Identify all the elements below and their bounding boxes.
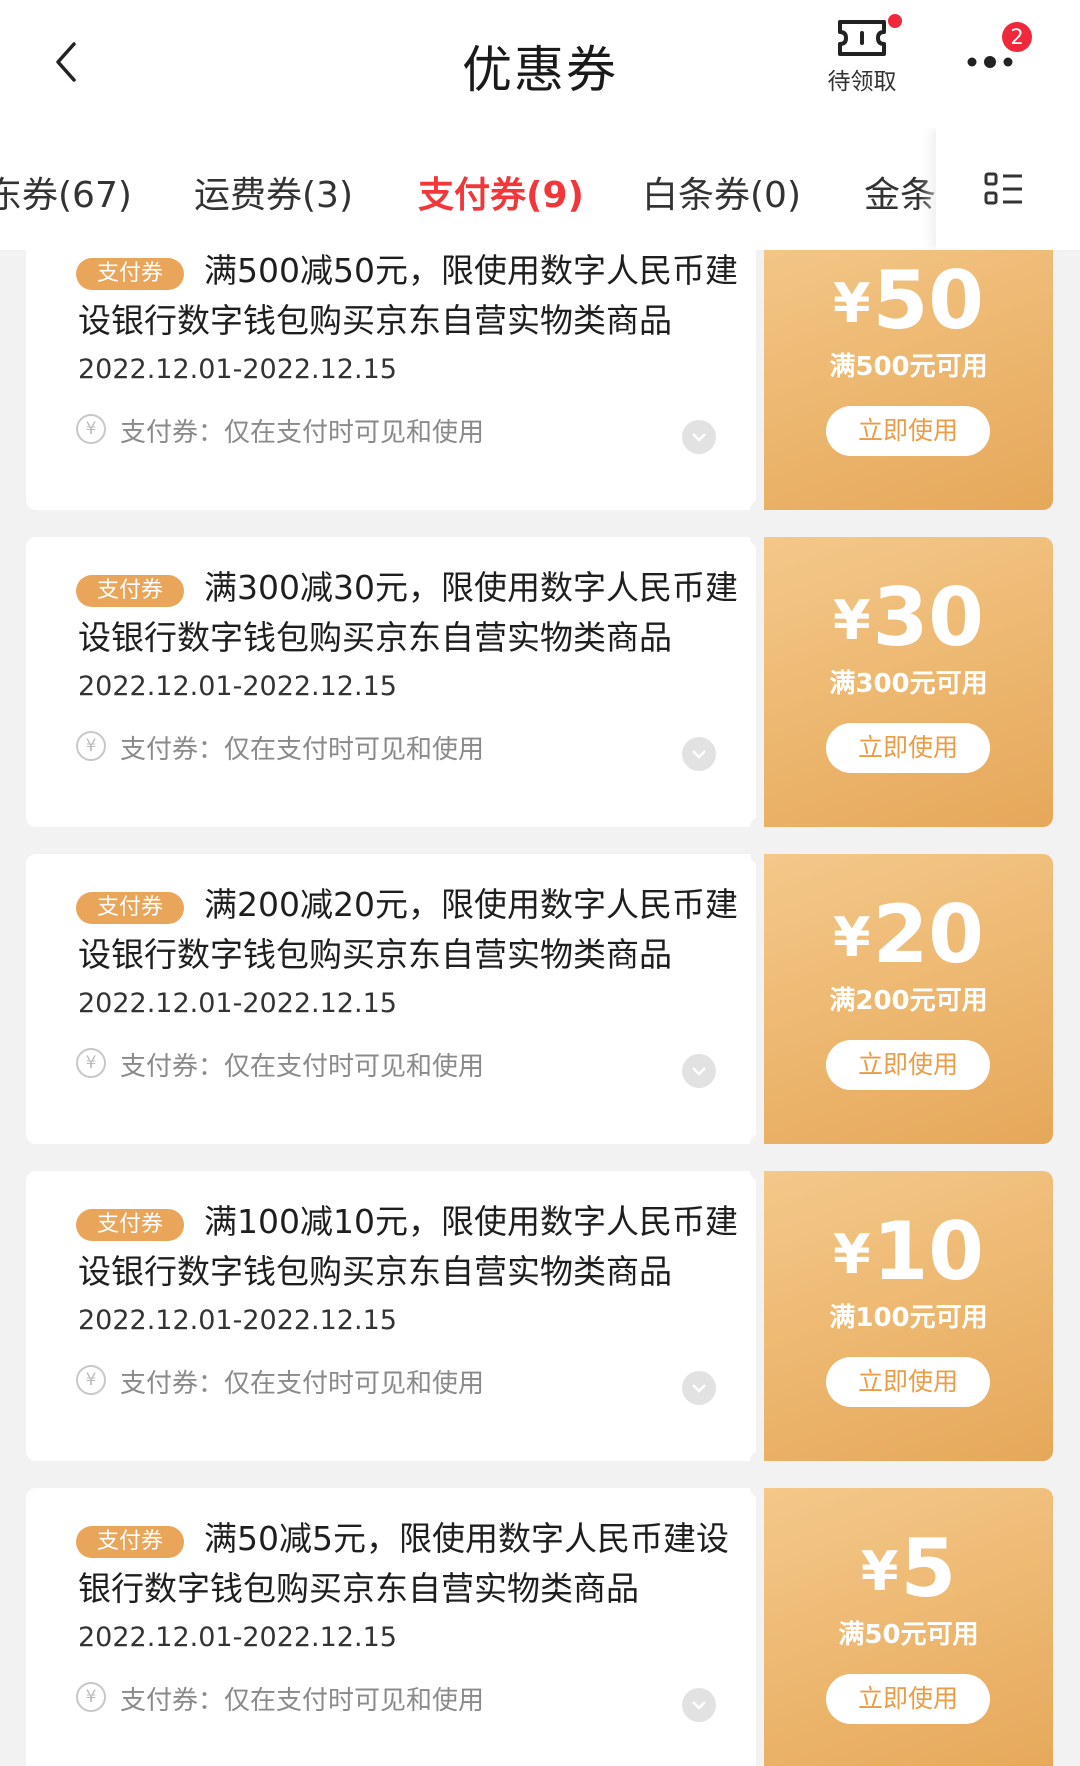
coupon-info: 满200减20元，限使用数字人民币建设银行数字钱包购买京东自营实物类商品 支付券… — [26, 854, 756, 1144]
top-bar: 优惠券 待领取 2 — [0, 0, 1080, 128]
category-grid-icon — [984, 172, 1022, 205]
pending-label: 待领取 — [827, 69, 897, 95]
coupon-amount: ¥30 — [833, 571, 984, 664]
coupon-type-tag: 支付券 — [76, 575, 184, 607]
notification-dot — [888, 14, 902, 28]
coupon-type-tag: 支付券 — [76, 892, 184, 924]
coupon-type-tag: 支付券 — [76, 1209, 184, 1241]
ticket-icon — [838, 20, 886, 56]
coupon-condition: 满200元可用 — [829, 986, 988, 1016]
coupon-card: 满300减30元，限使用数字人民币建设银行数字钱包购买京东自营实物类商品 支付券… — [26, 527, 1053, 837]
coupon-type-tag: 支付券 — [76, 258, 184, 290]
coupon-info: 满50减5元，限使用数字人民币建设银行数字钱包购买京东自营实物类商品 支付券 2… — [26, 1488, 756, 1766]
expand-details-icon[interactable] — [682, 1054, 716, 1088]
coupon-type-tabs: 东券(67) 运费券(3) 支付券(9) 白条券(0) 金条券 — [0, 128, 1080, 250]
coupon-value-panel: ¥30 满300元可用 立即使用 — [764, 537, 1053, 827]
coupon-info: 满300减30元，限使用数字人民币建设银行数字钱包购买京东自营实物类商品 支付券… — [26, 537, 756, 827]
expand-details-icon[interactable] — [682, 420, 716, 454]
coupon-amount: ¥5 — [860, 1522, 957, 1615]
coupon-type-tag: 支付券 — [76, 1526, 184, 1558]
coupon-validity-date: 2022.12.01-2022.12.15 — [78, 1622, 397, 1653]
use-now-button[interactable]: 立即使用 — [826, 406, 990, 456]
coupon-note: 支付券：仅在支付时可见和使用 — [120, 735, 485, 765]
coupon-card: 满100减10元，限使用数字人民币建设银行数字钱包购买京东自营实物类商品 支付券… — [26, 1161, 1053, 1471]
coupon-condition: 满50元可用 — [838, 1620, 979, 1650]
back-chevron-icon[interactable] — [48, 40, 88, 84]
tab-jd-coupons[interactable]: 东券(67) — [0, 166, 132, 218]
page-title: 优惠券 — [462, 41, 618, 99]
coupon-amount: ¥10 — [833, 1205, 984, 1298]
yuan-circle-icon: ¥ — [76, 1365, 106, 1395]
tab-payment-coupons[interactable]: 支付券(9) — [418, 166, 584, 218]
coupon-note: 支付券：仅在支付时可见和使用 — [120, 1686, 485, 1716]
coupon-value-panel: ¥50 满500元可用 立即使用 — [764, 250, 1053, 510]
coupon-note: 支付券：仅在支付时可见和使用 — [120, 418, 485, 448]
use-now-button[interactable]: 立即使用 — [826, 1357, 990, 1407]
coupon-amount: ¥20 — [833, 888, 984, 981]
use-now-button[interactable]: 立即使用 — [826, 723, 990, 773]
use-now-button[interactable]: 立即使用 — [826, 1040, 990, 1090]
more-menu-button[interactable]: 2 — [964, 22, 1044, 92]
coupon-validity-date: 2022.12.01-2022.12.15 — [78, 354, 397, 385]
yuan-circle-icon: ¥ — [76, 1682, 106, 1712]
coupon-amount: ¥50 — [833, 254, 984, 347]
coupon-note: 支付券：仅在支付时可见和使用 — [120, 1369, 485, 1399]
pending-coupons-button[interactable]: 待领取 — [816, 14, 908, 104]
coupon-info: 满100减10元，限使用数字人民币建设银行数字钱包购买京东自营实物类商品 支付券… — [26, 1171, 756, 1461]
message-count-badge: 2 — [1002, 22, 1032, 52]
use-now-button[interactable]: 立即使用 — [826, 1674, 990, 1724]
expand-details-icon[interactable] — [682, 1371, 716, 1405]
coupon-card: 满50减5元，限使用数字人民币建设银行数字钱包购买京东自营实物类商品 支付券 2… — [26, 1478, 1053, 1766]
coupon-info: 满500减50元，限使用数字人民币建设银行数字钱包购买京东自营实物类商品 支付券… — [26, 250, 756, 510]
coupon-value-panel: ¥10 满100元可用 立即使用 — [764, 1171, 1053, 1461]
expand-details-icon[interactable] — [682, 1688, 716, 1722]
coupon-validity-date: 2022.12.01-2022.12.15 — [78, 1305, 397, 1336]
coupon-card: 满500减50元，限使用数字人民币建设银行数字钱包购买京东自营实物类商品 支付券… — [26, 250, 1053, 520]
coupon-list: 满500减50元，限使用数字人民币建设银行数字钱包购买京东自营实物类商品 支付券… — [0, 250, 1080, 1766]
expand-details-icon[interactable] — [682, 737, 716, 771]
coupon-value-panel: ¥20 满200元可用 立即使用 — [764, 854, 1053, 1144]
coupon-condition: 满100元可用 — [829, 1303, 988, 1333]
yuan-circle-icon: ¥ — [76, 731, 106, 761]
coupon-condition: 满300元可用 — [829, 669, 988, 699]
coupon-validity-date: 2022.12.01-2022.12.15 — [78, 988, 397, 1019]
coupon-value-panel: ¥5 满50元可用 立即使用 — [764, 1488, 1053, 1766]
tabs-expand-button[interactable] — [936, 128, 1080, 250]
coupon-validity-date: 2022.12.01-2022.12.15 — [78, 671, 397, 702]
coupon-card: 满200减20元，限使用数字人民币建设银行数字钱包购买京东自营实物类商品 支付券… — [26, 844, 1053, 1154]
tab-baitiao-coupons[interactable]: 白条券(0) — [642, 166, 801, 218]
coupon-note: 支付券：仅在支付时可见和使用 — [120, 1052, 485, 1082]
coupon-condition: 满500元可用 — [829, 352, 988, 382]
yuan-circle-icon: ¥ — [76, 414, 106, 444]
tab-shipping-coupons[interactable]: 运费券(3) — [194, 166, 353, 218]
yuan-circle-icon: ¥ — [76, 1048, 106, 1078]
